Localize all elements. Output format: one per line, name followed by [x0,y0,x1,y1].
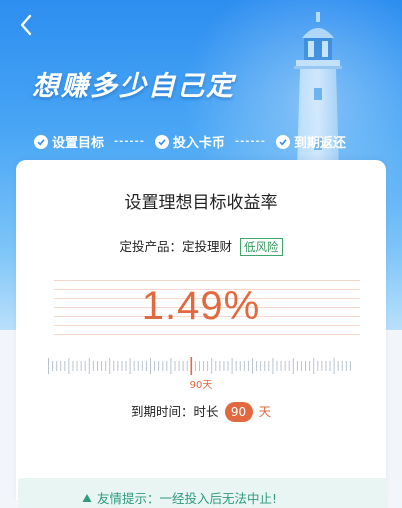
duration-ruler-slider[interactable] [48,357,354,375]
tip-text: 友情提示：一经投入后无法中止! [97,491,278,506]
card-title: 设置理想目标收益率 [124,193,278,213]
product-info: 定投产品：定投理财 低风险 [16,236,386,256]
product-name: 定投理财 [182,239,233,254]
ruler-selected-label: 90天 [189,380,213,391]
check-circle-icon [154,134,169,149]
target-rate-value: 1.49% [141,284,261,328]
step-separator: ------ [234,136,266,147]
product-label: 定投产品： [119,239,182,254]
goal-card: 设置理想目标收益率 定投产品：定投理财 低风险 1.49% 90天 到期时间：时… [16,160,386,500]
step-label: 设置目标 [52,136,105,151]
progress-steps: 设置目标 ------ 投入卡币 ------ 到期返还 [34,132,346,151]
days-unit: 天 [258,404,271,419]
check-circle-icon [34,134,48,149]
due-label: 到期时间：时长 [131,404,219,419]
check-circle-icon [275,134,290,149]
days-badge: 90 [224,402,253,422]
due-time-line: 到期时间：时长 90 天 [16,401,386,422]
risk-badge: 低风险 [240,238,283,256]
step-label: 投入卡币 [172,136,225,151]
page-headline: 想赚多少自己定 [32,71,235,102]
step-invest-coins: 投入卡币 [154,132,225,151]
tip-message: 友情提示：一经投入后无法中止! [82,488,277,507]
step-return-on-maturity: 到期返还 [275,132,346,151]
step-label: 到期返还 [293,136,346,151]
triangle-up-icon [82,493,92,502]
chevron-left-icon [20,14,32,36]
back-button[interactable] [14,12,38,38]
step-set-goal: 设置目标 [34,132,104,151]
step-separator: ------ [114,136,145,147]
